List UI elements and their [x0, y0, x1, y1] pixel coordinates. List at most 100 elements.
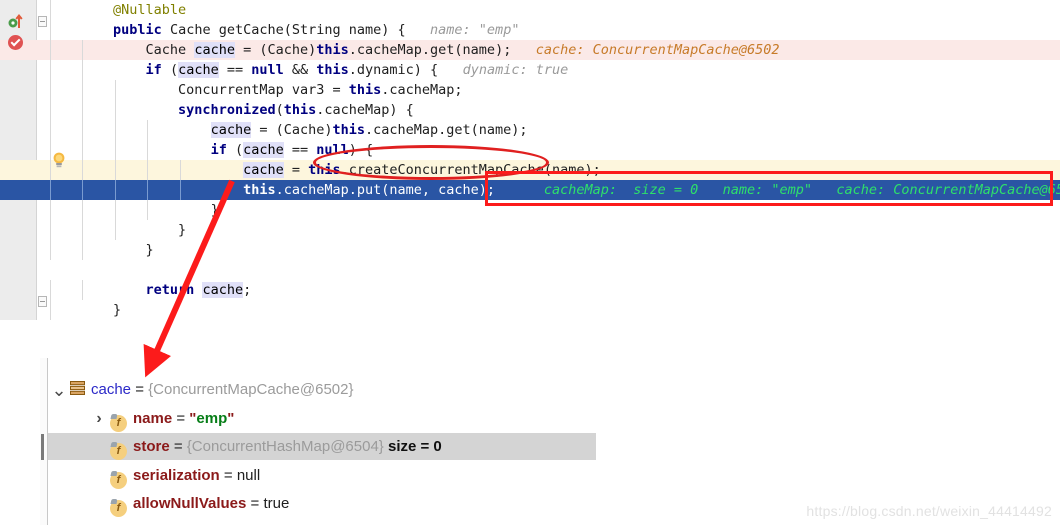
field-icon: f: [110, 500, 127, 517]
code-line-text: return cache;: [48, 282, 251, 298]
fold-marker-method-end[interactable]: [38, 296, 47, 307]
code-line[interactable]: [0, 260, 1060, 280]
code-line-text: Cache cache = (Cache)this.cacheMap.get(n…: [48, 42, 780, 58]
field-icon: f: [110, 443, 127, 460]
code-token-hint: name: "emp": [405, 22, 520, 38]
code-line[interactable]: synchronized(this.cacheMap) {: [0, 100, 1060, 120]
variable-row[interactable]: f store = {ConcurrentHashMap@6504} size =…: [48, 433, 596, 460]
code-token-kw: this: [332, 122, 365, 138]
code-line[interactable]: return cache;: [0, 280, 1060, 300]
code-token-ident: .createConcurrentMapCache(name);: [340, 162, 601, 178]
code-line-text: cache = this.createConcurrentMapCache(na…: [48, 162, 601, 178]
code-token-kw: this: [316, 62, 349, 78]
code-token-ident: (: [275, 102, 284, 118]
variable-value: true: [263, 495, 290, 512]
chevron-right-icon[interactable]: ›: [88, 405, 110, 432]
code-editor[interactable]: @Nullable public Cache getCache(String n…: [0, 0, 1060, 320]
code-line-text: ConcurrentMap var3 = this.cacheMap;: [48, 82, 463, 98]
code-token-ident: = (Cache): [234, 42, 317, 58]
code-token-kw: this: [316, 42, 349, 58]
code-token-ident: Cache: [145, 42, 195, 58]
debugger-variables-panel[interactable]: ⌄ cache = {ConcurrentMapCache@6502} › f name…: [40, 358, 1060, 525]
code-line[interactable]: Cache cache = (Cache)this.cacheMap.get(n…: [0, 40, 1060, 60]
code-token-kw: this: [348, 82, 382, 98]
scrollbar-thumb[interactable]: [41, 434, 44, 460]
code-token-hl: cache: [243, 162, 284, 178]
code-line[interactable]: cache = this.createConcurrentMapCache(na…: [0, 160, 1060, 180]
code-line[interactable]: }: [0, 200, 1060, 220]
code-token-hl: cache: [194, 42, 235, 58]
code-line[interactable]: if (cache == null && this.dynamic) { dyn…: [0, 60, 1060, 80]
variable-name: cache: [91, 381, 132, 398]
variable-name: name: [133, 409, 173, 427]
code-token-kw: null: [251, 62, 284, 78]
variable-row[interactable]: ⌄ cache = {ConcurrentMapCache@6502}: [48, 376, 353, 403]
code-token-hint: dynamic: true: [438, 62, 569, 78]
variable-row[interactable]: f serialization = null: [48, 462, 260, 489]
chevron-down-icon[interactable]: ⌄: [48, 380, 70, 400]
field-icon: f: [110, 471, 127, 489]
code-line-text: if (cache == null && this.dynamic) { dyn…: [48, 62, 568, 78]
variable-value-quote: ": [227, 409, 235, 427]
variable-name: store: [133, 438, 170, 455]
variable-row[interactable]: › f name = "emp": [48, 405, 234, 432]
variable-name: allowNullValues: [133, 495, 247, 512]
code-token-hl: cache: [243, 142, 284, 158]
code-token-hl: cache: [178, 62, 219, 78]
local-variable-stack-icon: [70, 378, 85, 396]
variable-equals: =: [246, 495, 264, 512]
variable-name: serialization: [133, 466, 220, 484]
variable-value-ref: {ConcurrentHashMap@6504}: [186, 438, 384, 455]
code-token-kw: public: [113, 22, 162, 38]
variables-scrollbar[interactable]: [40, 358, 48, 525]
code-token-kw: this: [308, 162, 341, 178]
field-icon: f: [110, 414, 127, 432]
code-line-text: cache = (Cache)this.cacheMap.get(name);: [48, 122, 528, 138]
code-token-ident: (: [161, 62, 179, 78]
intention-bulb-icon[interactable]: [52, 152, 66, 168]
breakpoint-verified-icon[interactable]: [8, 35, 23, 50]
code-token-ident: &&: [283, 62, 317, 78]
code-token-kw: if: [210, 142, 227, 158]
code-lines[interactable]: @Nullable public Cache getCache(String n…: [0, 0, 1060, 320]
code-line[interactable]: public Cache getCache(String name) { nam…: [0, 20, 1060, 40]
code-line-text: public Cache getCache(String name) { nam…: [48, 22, 519, 38]
code-token-ident: .cacheMap.put(name, cache);: [275, 182, 496, 198]
code-line[interactable]: }: [0, 300, 1060, 320]
code-token-kw: null: [316, 142, 349, 158]
code-token-hl: cache: [202, 282, 244, 298]
code-line[interactable]: }: [0, 240, 1060, 260]
code-token-ident: ConcurrentMap var3 =: [178, 82, 349, 98]
code-line[interactable]: ConcurrentMap var3 = this.cacheMap;: [0, 80, 1060, 100]
fold-marker-method[interactable]: [38, 16, 47, 27]
code-line[interactable]: if (cache == null) {: [0, 140, 1060, 160]
code-token-ident: ==: [283, 142, 317, 158]
code-token-ident: Cache getCache(String name) {: [161, 22, 406, 38]
code-token-ident: =: [283, 162, 309, 178]
variable-row[interactable]: f allowNullValues = true: [48, 490, 289, 517]
code-token-ident: .cacheMap;: [381, 82, 463, 98]
code-line-text: this.cacheMap.put(name, cache); cacheMap…: [48, 182, 1060, 198]
code-line[interactable]: cache = (Cache)this.cacheMap.get(name);: [0, 120, 1060, 140]
code-line[interactable]: this.cacheMap.put(name, cache); cacheMap…: [0, 180, 1060, 200]
code-token-ident: .cacheMap) {: [316, 102, 414, 118]
code-token-kw: this: [283, 102, 317, 118]
variable-value-string: emp: [196, 409, 228, 427]
code-line-text: }: [48, 242, 154, 258]
variable-value: null: [236, 466, 261, 484]
code-token-ident: .dynamic) {: [348, 62, 439, 78]
code-line-text: }: [48, 302, 121, 318]
code-token-ident: .cacheMap.get(name);: [348, 42, 512, 58]
code-token-anno: @Nullable: [113, 2, 187, 18]
inline-debug-value: cacheMap: size = 0 name: "emp" cache: Co…: [495, 182, 1060, 198]
override-method-icon[interactable]: [8, 14, 26, 30]
code-token-ident: }: [145, 242, 154, 258]
code-line-text: synchronized(this.cacheMap) {: [48, 102, 414, 118]
code-token-ident: ==: [218, 62, 252, 78]
code-line-text: if (cache == null) {: [48, 142, 373, 158]
code-token-ident: = (Cache): [251, 122, 333, 138]
variable-equals: =: [219, 466, 237, 484]
code-token-kw: if: [145, 62, 162, 78]
code-line[interactable]: @Nullable: [0, 0, 1060, 20]
code-line[interactable]: }: [0, 220, 1060, 240]
